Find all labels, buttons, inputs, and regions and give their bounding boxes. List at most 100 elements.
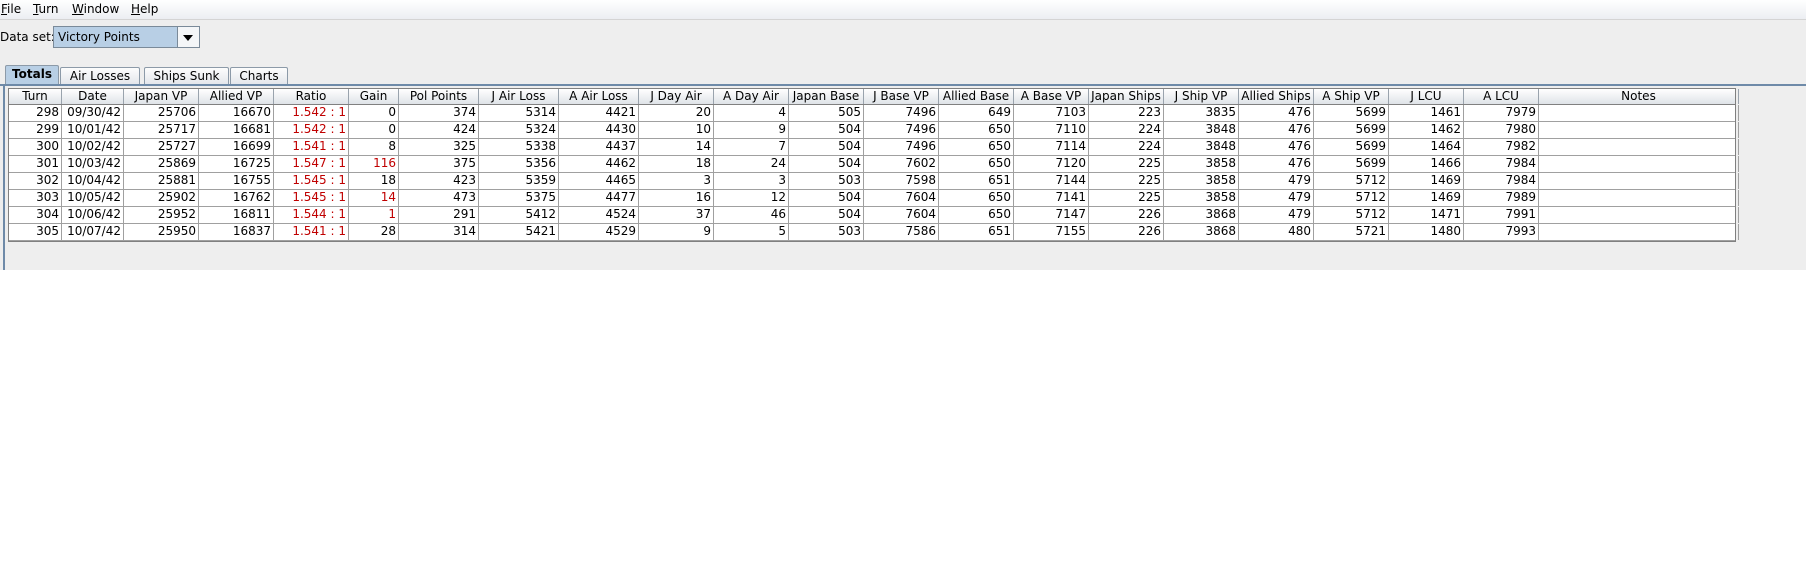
- table-cell[interactable]: 3848: [1164, 122, 1239, 138]
- table-cell[interactable]: 4421: [559, 105, 639, 121]
- table-cell[interactable]: 4462: [559, 156, 639, 172]
- table-cell[interactable]: 1.541 : 1: [274, 224, 349, 240]
- table-cell[interactable]: 7114: [1014, 139, 1089, 155]
- table-cell[interactable]: 304: [9, 207, 62, 223]
- table-cell[interactable]: 1464: [1389, 139, 1464, 155]
- table-cell[interactable]: 1.542 : 1: [274, 105, 349, 121]
- table-cell[interactable]: 1480: [1389, 224, 1464, 240]
- table-cell[interactable]: 1471: [1389, 207, 1464, 223]
- table-cell[interactable]: 116: [349, 156, 399, 172]
- table-cell[interactable]: 7147: [1014, 207, 1089, 223]
- table-cell[interactable]: 3858: [1164, 173, 1239, 189]
- table-cell[interactable]: 1469: [1389, 173, 1464, 189]
- table-cell[interactable]: 5324: [479, 122, 559, 138]
- table-cell[interactable]: 7155: [1014, 224, 1089, 240]
- table-cell[interactable]: 314: [399, 224, 479, 240]
- dataset-dropdown[interactable]: Victory Points: [53, 26, 200, 48]
- table-cell[interactable]: 3848: [1164, 139, 1239, 155]
- table-cell[interactable]: 1: [349, 207, 399, 223]
- table-cell[interactable]: 9: [714, 122, 789, 138]
- table-cell[interactable]: 1.545 : 1: [274, 173, 349, 189]
- column-header[interactable]: Japan Ships: [1089, 89, 1164, 104]
- column-header[interactable]: J Air Loss: [479, 89, 559, 104]
- table-cell[interactable]: 25881: [124, 173, 199, 189]
- column-header[interactable]: Turn: [9, 89, 62, 104]
- table-cell[interactable]: 12: [714, 190, 789, 206]
- table-cell[interactable]: 226: [1089, 207, 1164, 223]
- table-cell[interactable]: 476: [1239, 156, 1314, 172]
- table-cell[interactable]: 7496: [864, 105, 939, 121]
- table-cell[interactable]: [1539, 190, 1739, 206]
- column-header[interactable]: A Base VP: [1014, 89, 1089, 104]
- table-cell[interactable]: 16699: [199, 139, 274, 155]
- table-cell[interactable]: 4437: [559, 139, 639, 155]
- table-cell[interactable]: 16725: [199, 156, 274, 172]
- table-cell[interactable]: 5359: [479, 173, 559, 189]
- table-cell[interactable]: 5699: [1314, 139, 1389, 155]
- table-cell[interactable]: 5: [714, 224, 789, 240]
- table-cell[interactable]: 24: [714, 156, 789, 172]
- table-cell[interactable]: 25717: [124, 122, 199, 138]
- table-cell[interactable]: 7989: [1464, 190, 1539, 206]
- table-cell[interactable]: 7496: [864, 122, 939, 138]
- table-cell[interactable]: [1539, 173, 1739, 189]
- table-cell[interactable]: 3868: [1164, 207, 1239, 223]
- table-cell[interactable]: 5712: [1314, 173, 1389, 189]
- column-header[interactable]: J LCU: [1389, 89, 1464, 104]
- table-cell[interactable]: 224: [1089, 122, 1164, 138]
- table-cell[interactable]: 10/03/42: [62, 156, 124, 172]
- column-header[interactable]: J Day Air: [639, 89, 714, 104]
- table-cell[interactable]: 5356: [479, 156, 559, 172]
- table-cell[interactable]: [1539, 122, 1739, 138]
- table-cell[interactable]: 1.542 : 1: [274, 122, 349, 138]
- table-cell[interactable]: 16: [639, 190, 714, 206]
- menu-item-file[interactable]: File: [1, 2, 21, 16]
- tab-ships-sunk[interactable]: Ships Sunk: [144, 67, 229, 85]
- menu-item-window[interactable]: Window: [72, 2, 119, 16]
- table-cell[interactable]: 9: [639, 224, 714, 240]
- table-cell[interactable]: 1466: [1389, 156, 1464, 172]
- table-cell[interactable]: [1539, 139, 1739, 155]
- table-cell[interactable]: 650: [939, 207, 1014, 223]
- table-cell[interactable]: 479: [1239, 173, 1314, 189]
- table-cell[interactable]: 7980: [1464, 122, 1539, 138]
- table-cell[interactable]: 10/05/42: [62, 190, 124, 206]
- table-cell[interactable]: 479: [1239, 190, 1314, 206]
- table-cell[interactable]: 14: [349, 190, 399, 206]
- table-cell[interactable]: 325: [399, 139, 479, 155]
- table-cell[interactable]: 5712: [1314, 207, 1389, 223]
- table-cell[interactable]: 301: [9, 156, 62, 172]
- table-cell[interactable]: 1469: [1389, 190, 1464, 206]
- table-cell[interactable]: 4430: [559, 122, 639, 138]
- table-cell[interactable]: 10/02/42: [62, 139, 124, 155]
- table-cell[interactable]: 299: [9, 122, 62, 138]
- table-cell[interactable]: 300: [9, 139, 62, 155]
- table-cell[interactable]: 16681: [199, 122, 274, 138]
- table-cell[interactable]: 476: [1239, 105, 1314, 121]
- table-cell[interactable]: 16811: [199, 207, 274, 223]
- table-cell[interactable]: 10: [639, 122, 714, 138]
- table-cell[interactable]: 375: [399, 156, 479, 172]
- table-row[interactable]: 303 10/05/42 25902 16762 1.545 : 1 14 473 5375 4…: [9, 190, 1739, 207]
- dropdown-arrow-button[interactable]: [177, 27, 199, 47]
- table-row[interactable]: 300 10/02/42 25727 16699 1.541 : 1 8 325 5338 44…: [9, 139, 1739, 156]
- table-cell[interactable]: 226: [1089, 224, 1164, 240]
- table-cell[interactable]: 7110: [1014, 122, 1089, 138]
- table-row[interactable]: 298 09/30/42 25706 16670 1.542 : 1 0 374 5314 44…: [9, 105, 1739, 122]
- column-header[interactable]: A Day Air: [714, 89, 789, 104]
- table-cell[interactable]: 25902: [124, 190, 199, 206]
- table-cell[interactable]: 649: [939, 105, 1014, 121]
- table-cell[interactable]: [1539, 105, 1739, 121]
- table-cell[interactable]: 4465: [559, 173, 639, 189]
- table-cell[interactable]: 1.544 : 1: [274, 207, 349, 223]
- table-cell[interactable]: 20: [639, 105, 714, 121]
- column-header[interactable]: A LCU: [1464, 89, 1539, 104]
- table-cell[interactable]: 0: [349, 122, 399, 138]
- table-cell[interactable]: 504: [789, 156, 864, 172]
- table-cell[interactable]: 5699: [1314, 156, 1389, 172]
- column-header[interactable]: Gain: [349, 89, 399, 104]
- table-cell[interactable]: 7984: [1464, 173, 1539, 189]
- menu-item-help[interactable]: Help: [131, 2, 158, 16]
- table-row[interactable]: 305 10/07/42 25950 16837 1.541 : 1 28 314 5421 4…: [9, 224, 1739, 241]
- table-cell[interactable]: 1.541 : 1: [274, 139, 349, 155]
